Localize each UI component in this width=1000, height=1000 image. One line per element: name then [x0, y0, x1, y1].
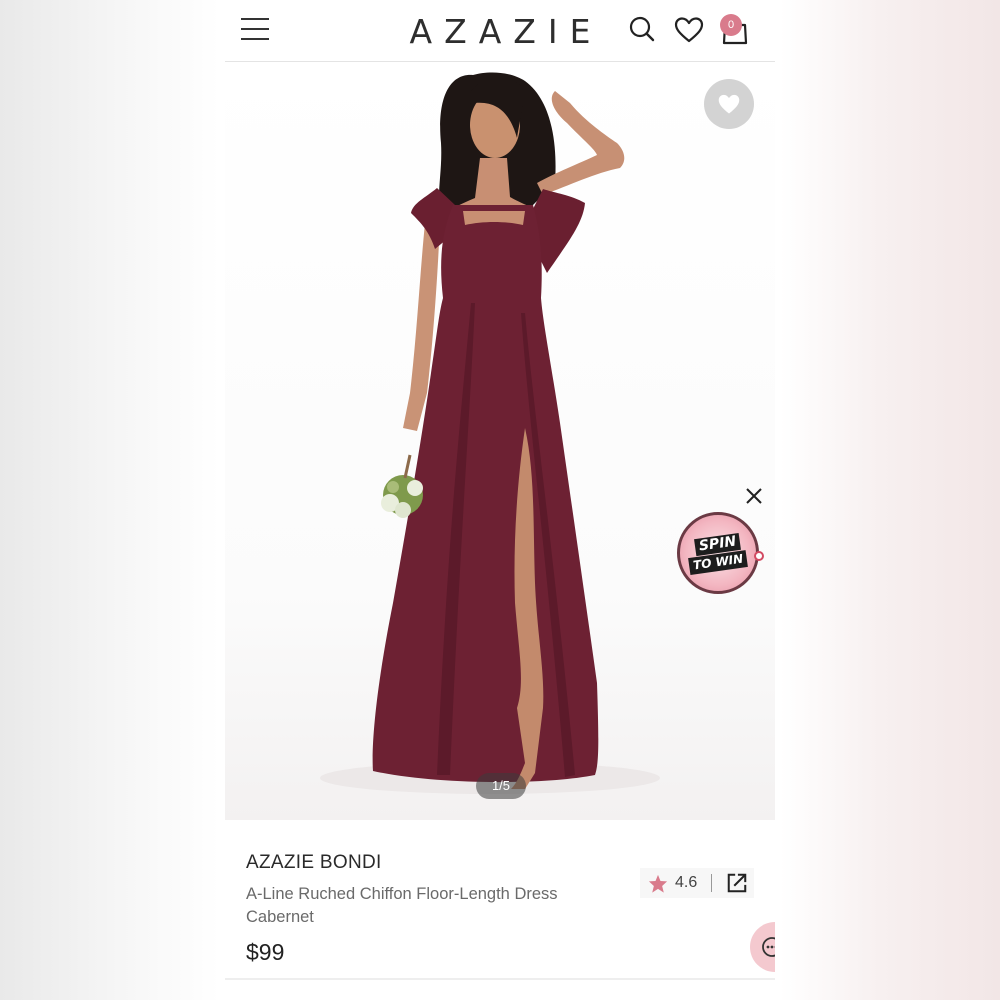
site-header: AZAZIE 0 — [225, 0, 775, 62]
product-brand-name[interactable]: AZAZIE BONDI — [246, 852, 382, 874]
heart-icon[interactable] — [673, 14, 705, 46]
image-counter: 1/5 — [476, 773, 526, 799]
product-photo — [320, 72, 660, 794]
divider — [225, 978, 775, 980]
chat-icon — [762, 937, 775, 957]
divider — [711, 874, 713, 892]
rating-share-bar: 4.6 — [640, 868, 754, 898]
spin-to-win-widget[interactable]: SPIN TO WIN — [677, 512, 764, 594]
share-icon[interactable] — [726, 872, 748, 894]
rating-value[interactable]: 4.6 — [675, 874, 697, 892]
wheel-pointer-icon — [754, 551, 764, 561]
phone-viewport: AZAZIE 0 SPIN TO WIN 1/5 AZAZIE BONDI A-… — [225, 0, 775, 1000]
close-icon[interactable] — [745, 487, 763, 505]
product-title: A-Line Ruched Chiffon Floor-Length Dress… — [246, 885, 558, 926]
favorite-button[interactable] — [704, 79, 754, 129]
product-image-gallery[interactable]: SPIN TO WIN 1/5 — [225, 63, 775, 820]
search-icon[interactable] — [626, 14, 658, 46]
product-price: $99 — [246, 939, 285, 965]
star-icon — [648, 874, 668, 893]
product-info: AZAZIE BONDI A-Line Ruched Chiffon Floor… — [225, 820, 775, 1000]
heart-icon — [718, 94, 740, 114]
cart-count-badge: 0 — [720, 14, 742, 36]
